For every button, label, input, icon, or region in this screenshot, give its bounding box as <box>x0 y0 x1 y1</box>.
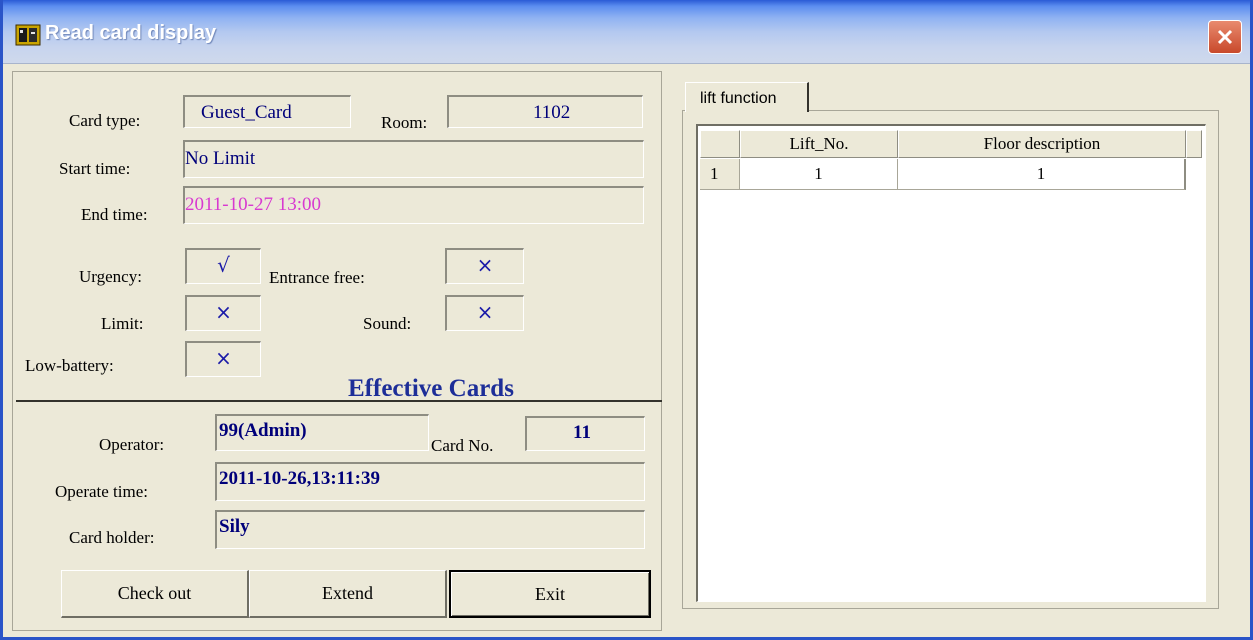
entrance-free-cross-icon: × <box>445 248 524 284</box>
urgency-label: Urgency: <box>79 267 142 286</box>
end-time-field: 2011-10-27 13:00 <box>183 186 644 224</box>
card-reader-icon <box>15 24 41 46</box>
column-header-floor-description[interactable]: Floor description <box>898 130 1186 158</box>
read-card-dialog: Read card display Card type: Guest_Card … <box>0 0 1253 640</box>
limit-cross-icon: × <box>185 295 261 331</box>
close-icon <box>1217 29 1233 45</box>
card-type-field: Guest_Card <box>183 95 351 128</box>
room-label: Room: <box>381 113 428 132</box>
card-holder-label: Card holder: <box>69 528 155 547</box>
tab-lift-function[interactable]: lift function <box>685 82 809 112</box>
grid-corner-header <box>700 130 740 158</box>
card-no-field: 11 <box>525 416 645 451</box>
card-status-text: Effective Cards <box>348 375 514 402</box>
section-divider <box>16 400 662 402</box>
exit-button[interactable]: Exit <box>449 570 651 618</box>
low-battery-label: Low-battery: <box>25 356 114 375</box>
lift-no-cell[interactable]: 1 <box>740 159 898 190</box>
lift-grid[interactable] <box>696 124 1206 602</box>
extend-button[interactable]: Extend <box>249 570 447 618</box>
window-title: Read card display <box>45 22 217 44</box>
close-button[interactable] <box>1208 20 1242 54</box>
start-time-label: Start time: <box>59 159 131 178</box>
urgency-check-icon: √ <box>185 248 261 284</box>
title-bar[interactable]: Read card display <box>3 0 1250 64</box>
column-header-lift-no[interactable]: Lift_No. <box>740 130 898 158</box>
start-time-field: No Limit <box>183 140 644 178</box>
row-index[interactable]: 1 <box>700 159 740 190</box>
entrance-free-label: Entrance free: <box>269 268 365 287</box>
room-field: 1102 <box>447 95 643 128</box>
card-type-label: Card type: <box>69 111 141 130</box>
operator-label: Operator: <box>99 435 165 454</box>
operate-time-label: Operate time: <box>55 482 148 501</box>
sound-label: Sound: <box>363 314 412 333</box>
limit-label: Limit: <box>101 314 144 333</box>
check-out-button[interactable]: Check out <box>61 570 249 618</box>
card-no-label: Card No. <box>431 436 494 455</box>
grid-header-filler <box>1186 130 1202 158</box>
card-holder-field: Sily <box>215 510 645 549</box>
sound-cross-icon: × <box>445 295 524 331</box>
end-time-label: End time: <box>81 205 148 224</box>
floor-description-cell[interactable]: 1 <box>898 159 1186 190</box>
operate-time-field: 2011-10-26,13:11:39 <box>215 462 645 501</box>
operator-field: 99(Admin) <box>215 414 429 451</box>
low-battery-cross-icon: × <box>185 341 261 377</box>
